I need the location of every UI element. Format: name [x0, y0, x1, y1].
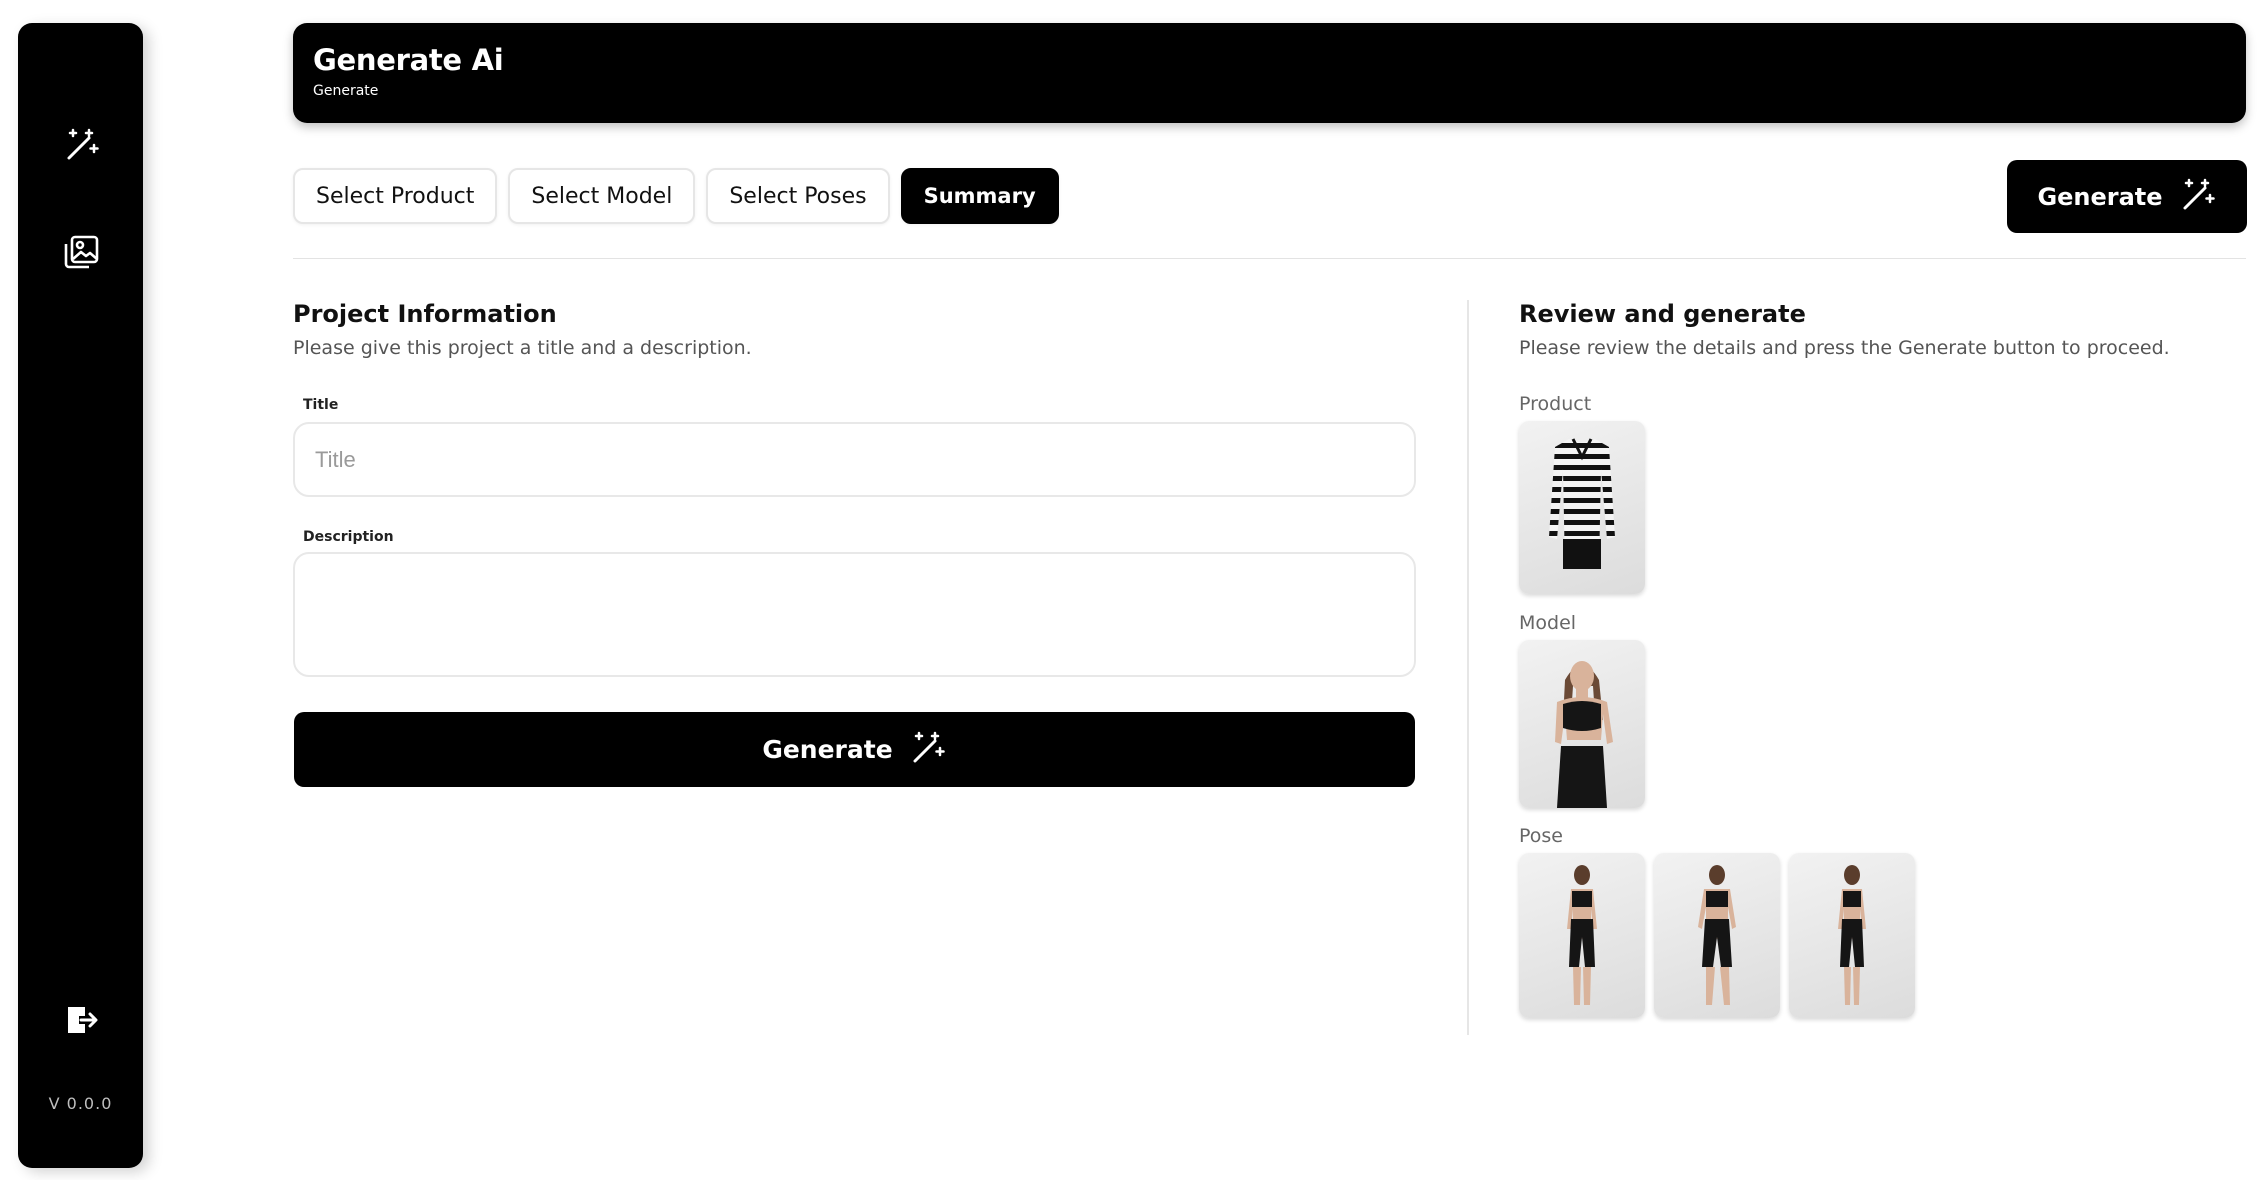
- pose-thumbnail: [1654, 853, 1780, 1018]
- image-gallery-icon: [61, 232, 101, 276]
- logout-button[interactable]: [18, 992, 143, 1052]
- description-label: Description: [303, 529, 394, 545]
- review-subtitle: Please review the details and press the …: [1519, 337, 2170, 359]
- divider: [293, 258, 2246, 259]
- page-header: Generate Ai Generate: [293, 23, 2246, 123]
- magic-wand-icon: [2177, 174, 2217, 220]
- logout-icon: [61, 1000, 101, 1044]
- model-label: Model: [1519, 612, 1577, 634]
- breadcrumb: Generate: [313, 83, 379, 99]
- tab-select-product[interactable]: Select Product: [293, 168, 498, 224]
- sidebar-item-generate[interactable]: [18, 116, 143, 176]
- product-label: Product: [1519, 393, 1592, 415]
- pose-label: Pose: [1519, 825, 1563, 847]
- title-input[interactable]: [293, 422, 1416, 497]
- magic-wand-icon: [61, 124, 101, 168]
- tab-select-model[interactable]: Select Model: [508, 168, 696, 224]
- tab-select-poses[interactable]: Select Poses: [706, 168, 890, 224]
- version-label: V 0.0.0: [48, 1094, 113, 1113]
- review-title: Review and generate: [1519, 300, 1806, 328]
- generate-button-top[interactable]: Generate: [2007, 160, 2247, 233]
- sidebar: V 0.0.0: [18, 23, 143, 1168]
- pose-thumbnail: [1519, 853, 1645, 1018]
- title-label: Title: [303, 397, 339, 413]
- product-thumbnail: [1519, 421, 1645, 594]
- generate-label: Generate: [762, 735, 893, 764]
- description-input[interactable]: [293, 552, 1416, 677]
- project-info-subtitle: Please give this project a title and a d…: [293, 337, 752, 359]
- step-tabs: Select Product Select Model Select Poses…: [293, 168, 1059, 224]
- column-divider: [1467, 300, 1469, 1035]
- sidebar-item-gallery[interactable]: [18, 224, 143, 284]
- page-title: Generate Ai: [313, 43, 504, 77]
- pose-thumbnail: [1789, 853, 1915, 1018]
- model-thumbnail: [1519, 640, 1645, 808]
- magic-wand-icon: [907, 727, 947, 773]
- project-info-title: Project Information: [293, 300, 557, 328]
- generate-label: Generate: [2037, 182, 2163, 211]
- tab-summary[interactable]: Summary: [900, 168, 1059, 224]
- generate-button[interactable]: Generate: [294, 712, 1415, 787]
